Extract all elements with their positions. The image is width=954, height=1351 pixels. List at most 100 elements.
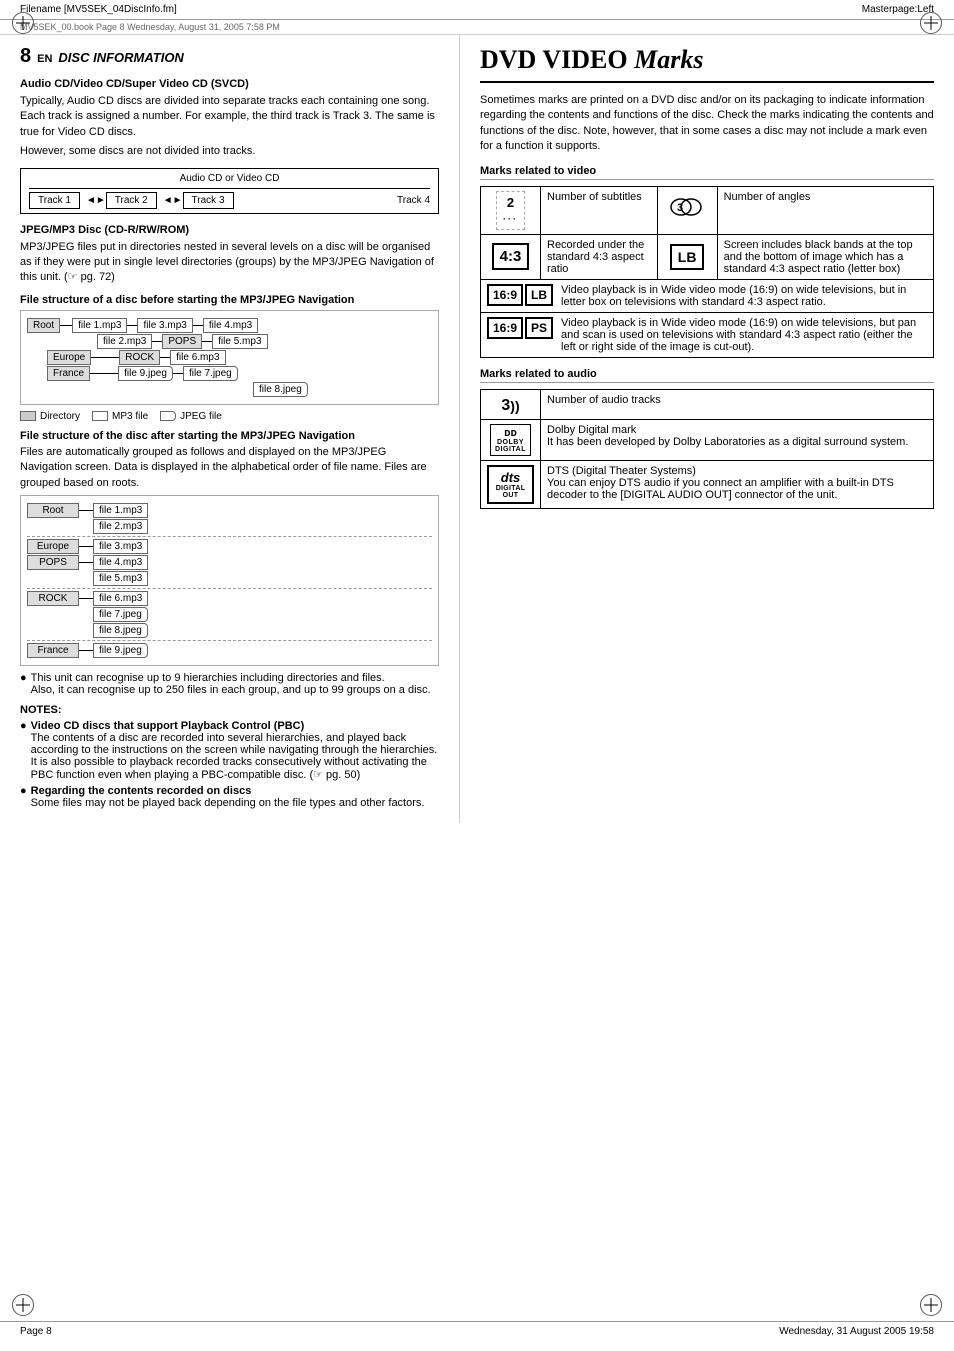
dolby-icon: ᴅᴅ DOLBYDIGITAL	[490, 424, 531, 456]
reg-mark-tr	[920, 12, 942, 34]
bullet-text: This unit can recognise up to 9 hierarch…	[31, 672, 431, 696]
fs2-file3: file 3.mp3	[93, 539, 148, 554]
dts-text: DIGITAL OUT	[494, 485, 527, 499]
legend-directory: Directory	[20, 411, 80, 422]
file-type-legend: Directory MP3 file JPEG file	[20, 411, 439, 422]
video-marks-heading: Marks related to video	[480, 165, 934, 180]
masterpage: Masterpage:Left	[862, 4, 934, 15]
fs-file9jpeg: file 9.jpeg	[118, 366, 173, 381]
track2: Track 2	[106, 192, 157, 209]
track-row: Track 1 ◄► Track 2 ◄► Track 3 Track 4	[29, 188, 430, 209]
dvd-subtitle-text: Marks	[634, 45, 703, 74]
dolby-dd: ᴅᴅ	[495, 427, 526, 439]
fs-file4: file 4.mp3	[203, 318, 258, 333]
fs2-file8: file 8.jpeg	[93, 623, 148, 638]
notes-title: NOTES:	[20, 704, 439, 716]
fs2-rock: ROCK	[27, 591, 79, 606]
fs2-file4: file 4.mp3	[93, 555, 148, 570]
169ps-desc: Video playback is in Wide video mode (16…	[561, 317, 927, 353]
legend-dir-label: Directory	[40, 411, 80, 422]
note1-title: Video CD discs that support Playback Con…	[31, 720, 305, 732]
fs2-file7: file 7.jpeg	[93, 607, 148, 622]
marks-row-subtitles: 2··· Number of subtitles 3 Number of ang…	[481, 186, 934, 234]
footer-date: Wednesday, 31 August 2005 19:58	[779, 1326, 934, 1337]
legend-mp3-label: MP3 file	[112, 411, 148, 422]
audio-tracks-icon-cell: 3 ))	[481, 389, 541, 419]
fs-europe: Europe	[47, 350, 91, 365]
notes-section: NOTES: ● Video CD discs that support Pla…	[20, 704, 439, 809]
note2-title: Regarding the contents recorded on discs	[31, 785, 252, 797]
169ps-icon: 16:9 PS	[487, 317, 553, 339]
right-column: DVD VIDEO Marks Sometimes marks are prin…	[460, 35, 954, 823]
fs2-europe: Europe	[27, 539, 79, 554]
fs-file7jpeg: file 7.jpeg	[183, 366, 238, 381]
marks-row-43: 4:3 Recorded under the standard 4:3 aspe…	[481, 234, 934, 279]
legend-jpeg: JPEG file	[160, 411, 222, 422]
audio-3: 3	[501, 397, 510, 415]
track-label: Audio CD or Video CD	[29, 173, 430, 184]
fs2-file6: file 6.mp3	[93, 591, 148, 606]
lb-desc: Screen includes black bands at the top a…	[717, 234, 933, 279]
fs-after-title: File structure of the disc after startin…	[20, 430, 439, 442]
43-desc: Recorded under the standard 4:3 aspect r…	[541, 234, 658, 279]
fs-file3: file 3.mp3	[137, 318, 192, 333]
audio-row-dts: dts DIGITAL OUT DTS (Digital Theater Sys…	[481, 460, 934, 508]
lb-box: LB	[525, 284, 553, 306]
note1-dot: ●	[20, 720, 27, 732]
bullet-9hierarchies: ● This unit can recognise up to 9 hierar…	[20, 672, 439, 696]
reg-mark-bl	[12, 1294, 34, 1316]
audio-marks-heading: Marks related to audio	[480, 368, 934, 383]
169lb-content: 16:9 LB Video playback is in Wide video …	[487, 284, 927, 308]
169lb-desc: Video playback is in Wide video mode (16…	[561, 284, 927, 308]
audio-tracks-desc: Number of audio tracks	[541, 389, 934, 419]
fs2-file9: file 9.jpeg	[93, 643, 148, 658]
audio-waves: ))	[510, 398, 519, 414]
section-number: 8	[20, 45, 31, 68]
dts-logo: dts	[494, 470, 527, 485]
169-box: 16:9	[487, 284, 523, 306]
angles-icon: 3	[669, 193, 705, 227]
fs-file2: file 2.mp3	[97, 334, 152, 349]
page-header: Filename [MV5SEK_04DiscInfo.fm] Masterpa…	[0, 0, 954, 20]
43-icon-cell: 4:3	[481, 234, 541, 279]
jpeg-mp3-para: MP3/JPEG files put in directories nested…	[20, 240, 439, 286]
audio-tracks-icon: 3 ))	[501, 397, 519, 415]
169ps-cell: 16:9 PS Video playback is in Wide video …	[481, 312, 934, 357]
fs-rock: ROCK	[119, 350, 160, 365]
page-footer: Page 8 Wednesday, 31 August 2005 19:58	[0, 1321, 954, 1341]
fs2-file2: file 2.mp3	[93, 519, 148, 534]
dolby-icon-cell: ᴅᴅ DOLBYDIGITAL	[481, 419, 541, 460]
audio-cd-title: Audio CD/Video CD/Super Video CD (SVCD)	[20, 78, 439, 90]
filename: Filename [MV5SEK_04DiscInfo.fm]	[20, 4, 177, 15]
subtitle-icon: 2···	[496, 191, 525, 230]
jpeg-mp3-title: JPEG/MP3 Disc (CD-R/RW/ROM)	[20, 224, 439, 236]
footer-right: Wednesday, 31 August 2005 19:58	[779, 1326, 934, 1337]
note1-text: The contents of a disc are recorded into…	[31, 732, 438, 781]
track-diagram: Audio CD or Video CD Track 1 ◄► Track 2 …	[20, 168, 439, 214]
angles-desc: Number of angles	[717, 186, 933, 234]
fs-file5: file 5.mp3	[212, 334, 267, 349]
track4: Track 4	[240, 195, 431, 206]
fs-before-diagram: Root file 1.mp3 file 3.mp3 file 4.mp3 fi…	[20, 310, 439, 405]
note2-content: Regarding the contents recorded on discs…	[31, 785, 425, 809]
note1: ● Video CD discs that support Playback C…	[20, 720, 439, 781]
dts-icon-cell: dts DIGITAL OUT	[481, 460, 541, 508]
169lb-icon: 16:9 LB	[487, 284, 553, 306]
dvd-title-text: DVD VIDEO	[480, 45, 634, 74]
fs-after-diagram: Root file 1.mp3 file 2.mp3 Europe file 3…	[20, 495, 439, 666]
fs-before-title: File structure of a disc before starting…	[20, 294, 439, 306]
fs2-root: Root	[27, 503, 79, 518]
note2: ● Regarding the contents recorded on dis…	[20, 785, 439, 809]
fs-root: Root	[27, 318, 60, 333]
169ps-content: 16:9 PS Video playback is in Wide video …	[487, 317, 927, 353]
169lb-cell: 16:9 LB Video playback is in Wide video …	[481, 279, 934, 312]
audio-row-tracks: 3 )) Number of audio tracks	[481, 389, 934, 419]
subtitle-desc: Number of subtitles	[541, 186, 658, 234]
lb-icon: LB	[670, 244, 705, 270]
fs-file1: file 1.mp3	[72, 318, 127, 333]
audio-cd-para2: However, some discs are not divided into…	[20, 144, 439, 159]
fs2-file1: file 1.mp3	[93, 503, 148, 518]
fs-france: France	[47, 366, 90, 381]
track3: Track 3	[183, 192, 234, 209]
audio-marks-table: 3 )) Number of audio tracks ᴅᴅ DOLBYDIGI…	[480, 389, 934, 509]
